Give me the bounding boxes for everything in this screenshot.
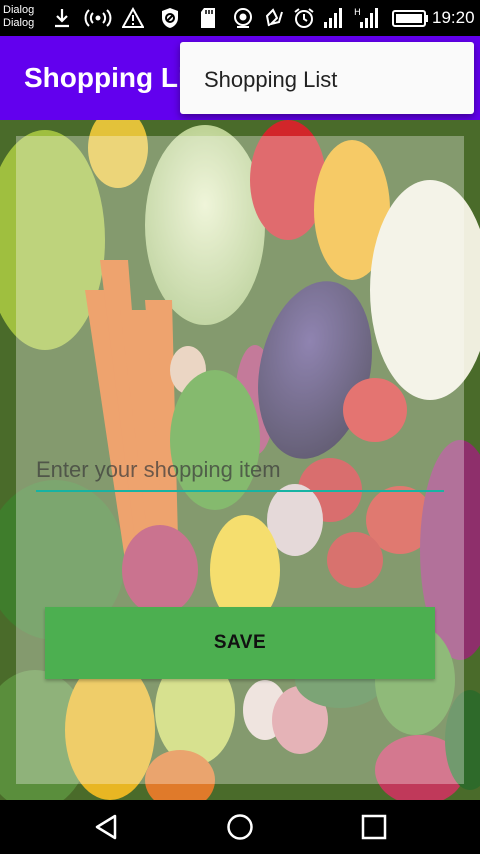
navigation-bar [0, 800, 480, 854]
battery-icon [392, 10, 428, 27]
hotspot-icon [84, 9, 112, 27]
clock: 19:20 [432, 8, 475, 27]
notification-line: Dialog [3, 17, 35, 29]
save-button[interactable]: SAVE [45, 607, 435, 679]
signal-h-icon: H [354, 8, 378, 28]
signal-icon [324, 8, 342, 28]
shopping-item-input[interactable] [36, 450, 444, 492]
home-icon[interactable] [226, 813, 254, 841]
download-icon [55, 9, 69, 28]
warning-icon [122, 6, 144, 28]
notification-text: Dialog Dialog [3, 4, 34, 30]
status-bar: Dialog Dialog H 19:20 [0, 0, 480, 36]
alarm-icon [294, 8, 314, 28]
svg-text:H: H [354, 8, 361, 18]
content-area: SAVE [0, 120, 480, 800]
notification-line: Dialog [3, 4, 35, 16]
overflow-menu: Shopping List [180, 42, 474, 114]
back-icon[interactable] [93, 813, 121, 841]
menu-item-shopping-list[interactable]: Shopping List [204, 67, 337, 93]
nfc-icon [265, 8, 283, 27]
sd-card-icon [201, 8, 215, 28]
data-saver-icon [162, 8, 178, 28]
recents-icon[interactable] [360, 813, 388, 841]
camera-icon [234, 8, 252, 28]
